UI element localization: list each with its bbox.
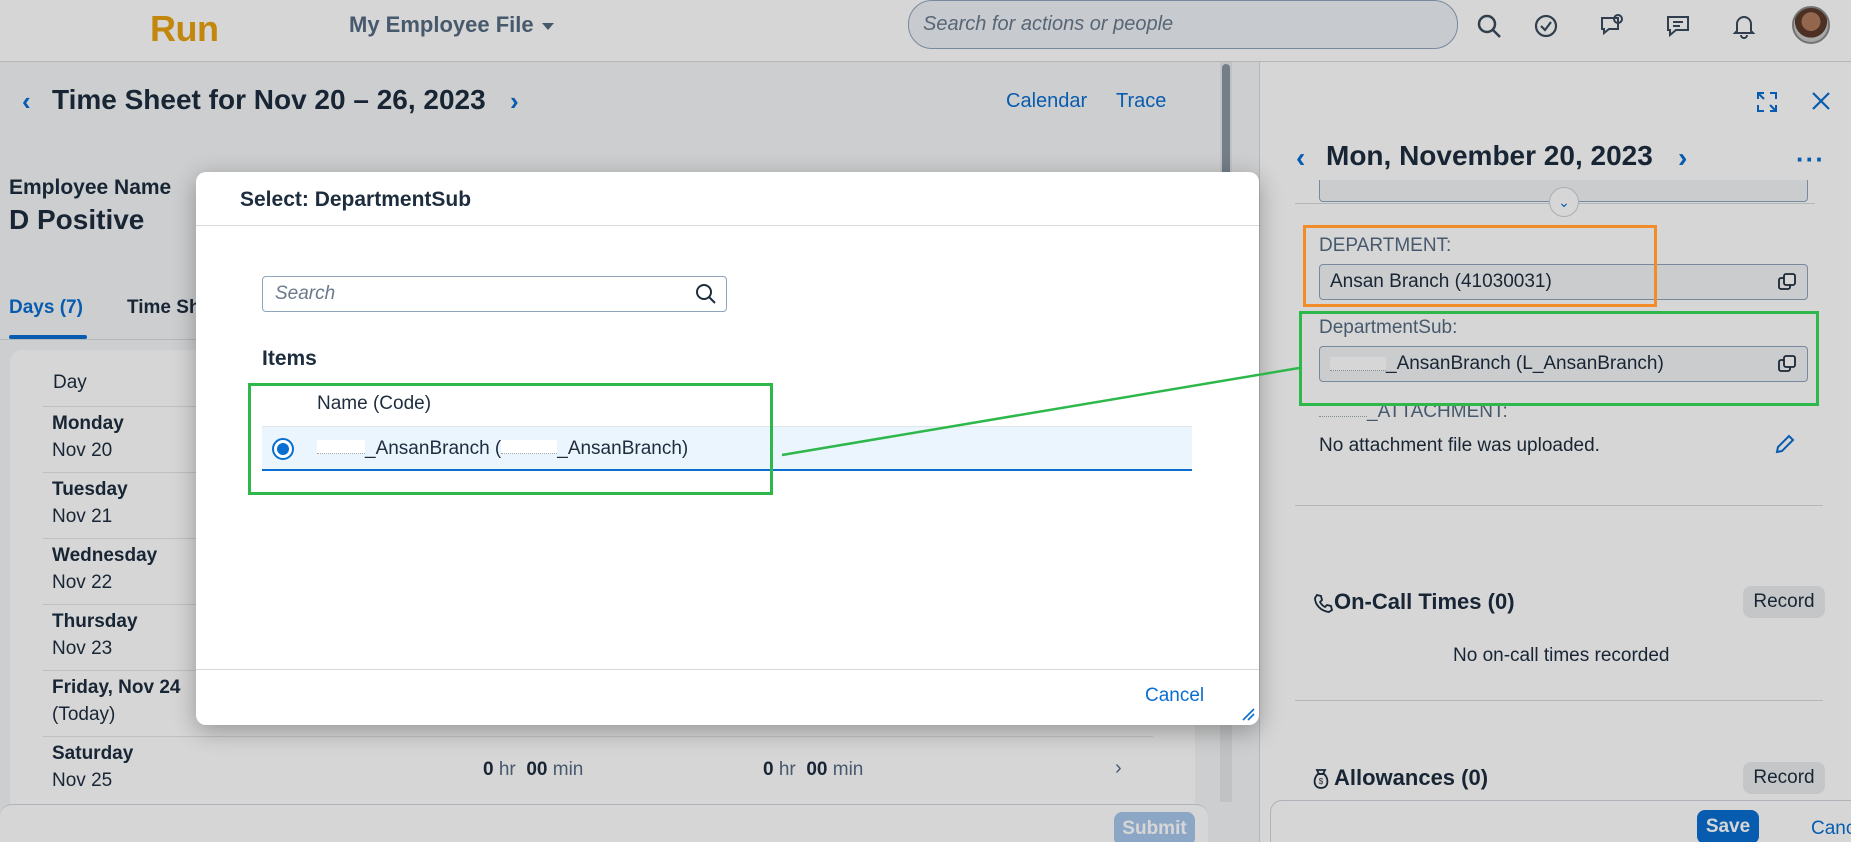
search-icon[interactable] <box>694 282 718 306</box>
name-code-column-header: Name (Code) <box>317 393 432 414</box>
dialog-search-input[interactable]: Search <box>262 276 727 312</box>
list-item-text: _AnsanBranch ( _AnsanBranch) <box>317 438 688 460</box>
dialog-footer-divider <box>196 669 1259 670</box>
list-item-selected[interactable]: _AnsanBranch ( _AnsanBranch) <box>262 426 1192 471</box>
row-text-prefix: _AnsanBranch ( <box>365 438 502 459</box>
dialog-cancel-button[interactable]: Cancel <box>1145 685 1204 707</box>
dialog-title: Select: DepartmentSub <box>240 188 472 211</box>
dialog-search-placeholder: Search <box>275 283 336 304</box>
radio-button-selected[interactable] <box>272 438 294 460</box>
items-heading: Items <box>262 347 317 370</box>
redacted-text <box>317 440 365 454</box>
row-text-suffix: _AnsanBranch) <box>557 438 689 459</box>
dialog-header-divider <box>196 225 1259 226</box>
redacted-text <box>501 440 558 454</box>
select-departmentsub-dialog: Select: DepartmentSub Search Items Name … <box>196 172 1259 725</box>
resize-handle-icon[interactable] <box>1241 707 1255 721</box>
